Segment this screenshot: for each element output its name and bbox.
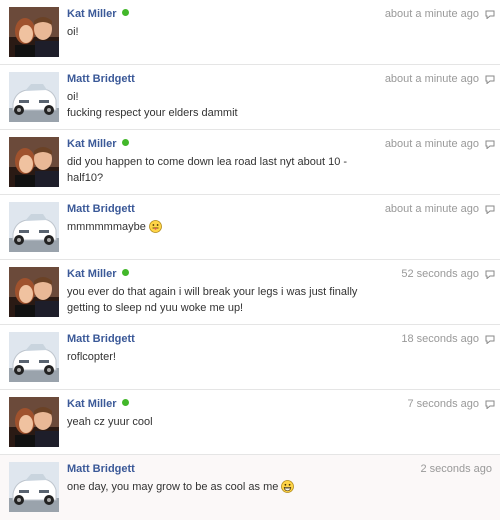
timestamp: 18 seconds ago: [401, 333, 479, 345]
avatar[interactable]: [9, 202, 59, 252]
timestamp: 52 seconds ago: [401, 268, 479, 280]
timestamp: about a minute ago: [384, 203, 479, 215]
message-body: yeah cz yuur cool: [67, 415, 397, 431]
reply-icon[interactable]: [485, 140, 495, 149]
sender-name[interactable]: Matt Bridgett: [67, 203, 135, 215]
couple-photo: [9, 7, 59, 57]
sender-name[interactable]: Kat Miller: [67, 398, 117, 410]
avatar[interactable]: [9, 7, 59, 57]
couple-photo: [9, 137, 59, 187]
timestamp: about a minute ago: [384, 138, 479, 150]
online-status-icon: [121, 139, 129, 146]
timestamp: 2 seconds ago: [420, 463, 492, 475]
message-line: did you happen to come down lea road las…: [67, 156, 348, 168]
message-body: oi! fucking respect your elders dammit: [67, 90, 397, 121]
tongue-emoji-icon: [148, 220, 162, 233]
white-car-photo: [9, 332, 59, 382]
message-line: roflcopter!: [67, 351, 116, 363]
message-body: you ever do that again i will break your…: [67, 285, 397, 316]
timestamp: 7 seconds ago: [407, 398, 479, 410]
message-item: Kat Miller about a minute ago oi!: [0, 0, 500, 65]
message-item: Kat Miller 7 seconds ago yeah cz yuur co…: [0, 390, 500, 455]
message-line: oi!: [67, 91, 79, 103]
reply-icon[interactable]: [485, 270, 495, 279]
sender-name[interactable]: Kat Miller: [67, 138, 117, 150]
timestamp: about a minute ago: [384, 8, 479, 20]
online-status-icon: [121, 269, 129, 276]
sender-name[interactable]: Matt Bridgett: [67, 463, 135, 475]
message-item: Kat Miller 52 seconds ago you ever do th…: [0, 260, 500, 325]
avatar[interactable]: [9, 462, 59, 512]
avatar[interactable]: [9, 72, 59, 122]
sender-name[interactable]: Kat Miller: [67, 8, 117, 20]
message-line: half10?: [67, 171, 104, 184]
white-car-photo: [9, 202, 59, 252]
reply-icon[interactable]: [485, 205, 495, 214]
message-body: oi!: [67, 25, 397, 41]
message-line: mmmmmmaybe: [67, 221, 146, 233]
message-line: getting to sleep nd yuu woke me up!: [67, 301, 244, 314]
reply-icon[interactable]: [485, 10, 495, 19]
message-item: Matt Bridgett 18 seconds ago roflcopter!: [0, 325, 500, 390]
couple-photo: [9, 267, 59, 317]
message-line: one day, you may grow to be as cool as m…: [67, 481, 279, 493]
message-item: Matt Bridgett about a minute ago mmmmmma…: [0, 195, 500, 260]
message-body: did you happen to come down lea road las…: [67, 155, 397, 186]
avatar[interactable]: [9, 332, 59, 382]
reply-icon[interactable]: [485, 400, 495, 409]
message-thread: Kat Miller about a minute ago oi! Matt B…: [0, 0, 500, 520]
message-body: mmmmmmaybe: [67, 220, 397, 236]
reply-icon[interactable]: [485, 335, 495, 344]
message-item: Matt Bridgett about a minute ago oi! fuc…: [0, 65, 500, 130]
couple-photo: [9, 397, 59, 447]
white-car-photo: [9, 72, 59, 122]
message-body: roflcopter!: [67, 350, 397, 366]
sender-name[interactable]: Matt Bridgett: [67, 333, 135, 345]
sender-name[interactable]: Matt Bridgett: [67, 73, 135, 85]
message-item: Kat Miller about a minute ago did you ha…: [0, 130, 500, 195]
avatar[interactable]: [9, 267, 59, 317]
message-line: oi!: [67, 26, 79, 38]
message-line: yeah cz yuur cool: [67, 416, 153, 428]
message-line: you ever do that again i will break your…: [67, 286, 358, 298]
avatar[interactable]: [9, 137, 59, 187]
sender-name[interactable]: Kat Miller: [67, 268, 117, 280]
message-line: fucking respect your elders dammit: [67, 106, 238, 119]
white-car-photo: [9, 462, 59, 512]
message-body: one day, you may grow to be as cool as m…: [67, 480, 397, 496]
timestamp: about a minute ago: [384, 73, 479, 85]
online-status-icon: [121, 399, 129, 406]
avatar[interactable]: [9, 397, 59, 447]
message-item: Matt Bridgett 2 seconds ago one day, you…: [0, 455, 500, 520]
reply-icon[interactable]: [485, 75, 495, 84]
online-status-icon: [121, 9, 129, 16]
grin-emoji-icon: [281, 480, 295, 493]
